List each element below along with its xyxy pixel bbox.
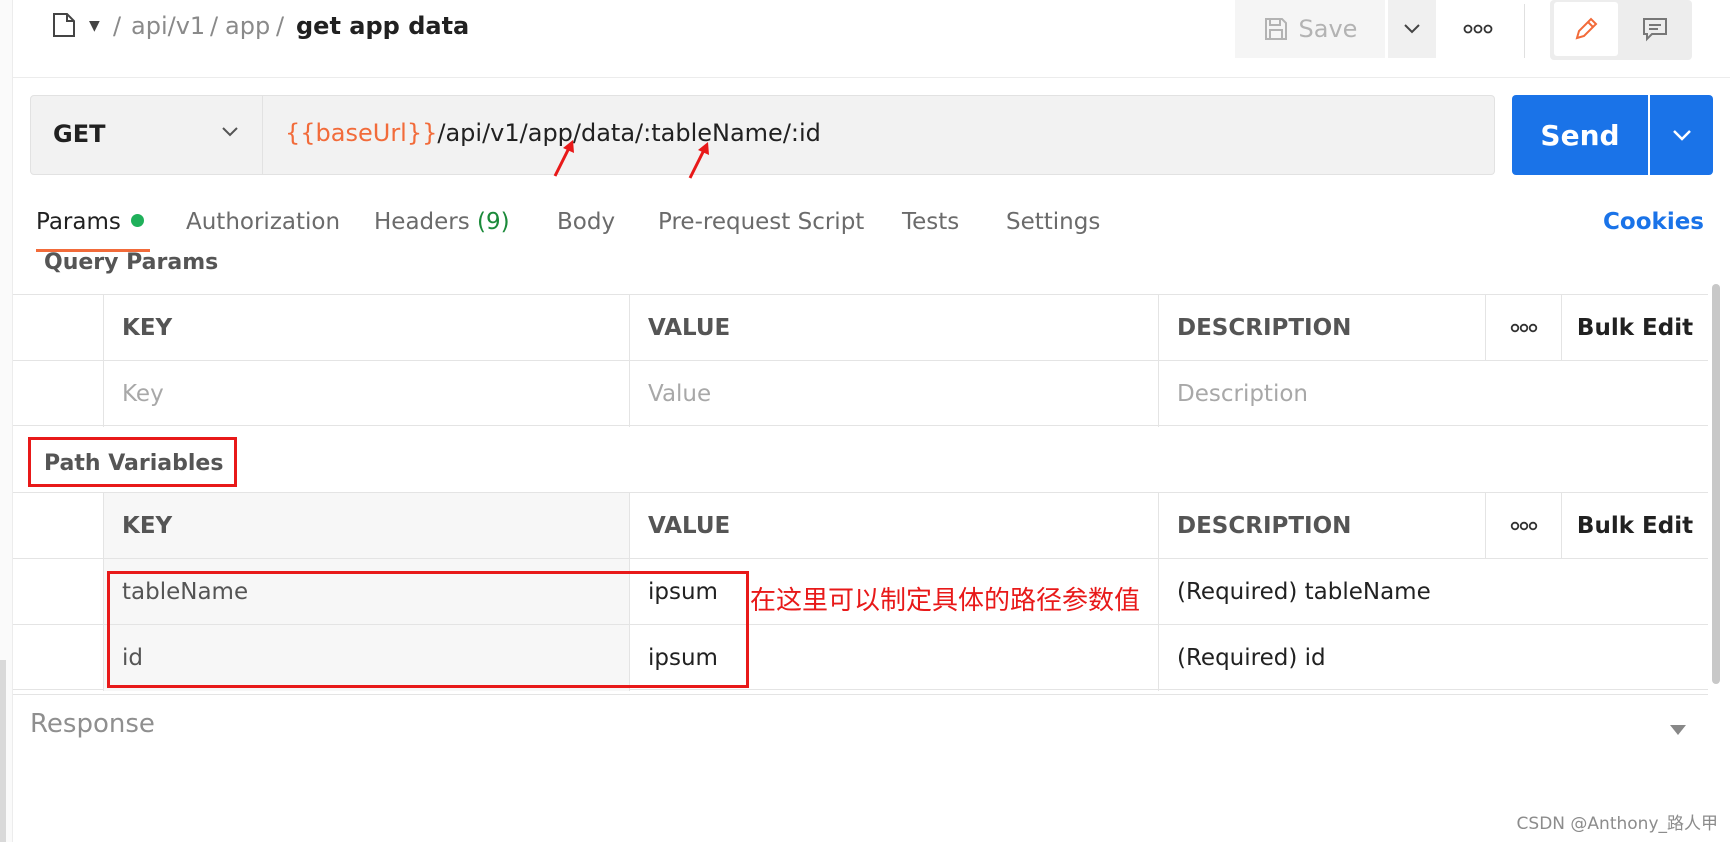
tab-label: Settings xyxy=(1006,209,1101,235)
query-params-title: Query Params xyxy=(44,250,219,275)
view-mode-toggle xyxy=(1550,0,1692,60)
params-active-dot-icon xyxy=(130,214,144,227)
tab-authorization[interactable]: Authorization xyxy=(186,209,340,235)
send-label: Send xyxy=(1540,118,1620,152)
annotation-arrow-icon xyxy=(553,140,574,177)
comments-button[interactable] xyxy=(1622,2,1688,56)
method-select[interactable]: GET xyxy=(30,95,263,175)
column-options-button[interactable] xyxy=(1485,493,1561,559)
key-column-header: KEY xyxy=(103,295,629,361)
tab-params[interactable]: Params xyxy=(36,209,144,235)
tab-label: Pre-request Script xyxy=(658,209,865,235)
request-menu-caret-icon[interactable]: ▼ xyxy=(89,18,100,34)
comment-icon xyxy=(1643,18,1667,42)
description-column-header: DESCRIPTION xyxy=(1158,493,1485,559)
request-header: ▼ / api/v1 / app / get app data Save xyxy=(13,0,1730,78)
response-label: Response xyxy=(30,709,155,739)
save-options-button[interactable] xyxy=(1388,0,1436,58)
breadcrumb-item-app[interactable]: app xyxy=(225,12,270,40)
table-row: Key Value Description xyxy=(13,360,1708,427)
value-column-header: VALUE xyxy=(629,493,1158,559)
pencil-icon xyxy=(1575,17,1598,40)
table-header-row: KEY VALUE DESCRIPTION Bulk Edit xyxy=(13,492,1708,559)
tab-label: Body xyxy=(557,209,616,235)
response-pane: Response xyxy=(13,694,1708,842)
row-handle xyxy=(13,559,103,625)
breadcrumb-separator: / xyxy=(276,12,285,40)
annotation-highlight-box xyxy=(28,437,237,487)
breadcrumb-item-api-v1[interactable]: api/v1 xyxy=(131,12,205,40)
url-path: /api/v1/app/data/:tableName/:id xyxy=(437,119,821,147)
breadcrumb-separator: / xyxy=(113,12,122,40)
request-file-icon xyxy=(53,13,75,37)
more-dots-icon xyxy=(1510,323,1537,333)
header-divider xyxy=(1524,4,1525,58)
tab-label: Params xyxy=(36,209,121,235)
tab-label: Headers xyxy=(374,209,470,235)
expand-response-icon[interactable] xyxy=(1670,725,1686,735)
row-handle xyxy=(13,625,103,691)
key-input[interactable]: Key xyxy=(103,361,629,427)
description-input[interactable]: Description xyxy=(1158,361,1632,427)
breadcrumb-separator: / xyxy=(210,12,219,40)
bulk-edit-button[interactable]: Bulk Edit xyxy=(1561,295,1708,361)
annotation-arrow-icon xyxy=(688,142,709,179)
chevron-down-icon xyxy=(1404,24,1420,34)
annotation-highlight-box xyxy=(107,571,749,688)
path-variable-description[interactable]: (Required) tableName xyxy=(1158,559,1632,625)
url-input[interactable]: {{baseUrl}}/api/v1/app/data/:tableName/:… xyxy=(263,95,1495,175)
send-options-button[interactable] xyxy=(1650,95,1713,175)
headers-count: (9) xyxy=(477,209,510,235)
tab-settings[interactable]: Settings xyxy=(1006,209,1100,235)
tab-label: Authorization xyxy=(186,209,341,235)
save-disk-icon xyxy=(1264,18,1287,40)
tab-body[interactable]: Body xyxy=(557,209,615,235)
tab-label: Tests xyxy=(902,209,960,235)
value-column-header: VALUE xyxy=(629,295,1158,361)
row-handle xyxy=(13,361,103,427)
left-gutter xyxy=(0,0,13,842)
watermark: CSDN @Anthony_路人甲 xyxy=(1516,814,1718,834)
edit-mode-button[interactable] xyxy=(1554,2,1618,56)
chevron-down-icon xyxy=(1672,130,1691,141)
tab-tests[interactable]: Tests xyxy=(902,209,959,235)
value-input[interactable]: Value xyxy=(629,361,1158,427)
more-dots-icon xyxy=(1510,521,1537,531)
send-button[interactable]: Send xyxy=(1512,95,1648,175)
tab-headers[interactable]: Headers (9) xyxy=(374,209,510,235)
gutter-marker xyxy=(0,660,6,842)
key-column-header: KEY xyxy=(103,493,629,559)
annotation-note: 在这里可以制定具体的路径参数值 xyxy=(750,586,1141,616)
path-variable-description[interactable]: (Required) id xyxy=(1158,625,1632,691)
method-label: GET xyxy=(53,120,106,148)
more-dots-icon xyxy=(1463,24,1493,34)
save-label: Save xyxy=(1298,15,1358,43)
cookies-link[interactable]: Cookies xyxy=(1603,209,1704,235)
params-scrollbar[interactable] xyxy=(1710,260,1722,690)
save-button[interactable]: Save xyxy=(1235,0,1385,58)
scrollbar-thumb[interactable] xyxy=(1712,284,1720,684)
table-header-row: KEY VALUE DESCRIPTION Bulk Edit xyxy=(13,294,1708,361)
more-actions-button[interactable] xyxy=(1453,12,1503,46)
row-handle xyxy=(13,493,103,559)
description-column-header: DESCRIPTION xyxy=(1158,295,1485,361)
bulk-edit-button[interactable]: Bulk Edit xyxy=(1561,493,1708,559)
column-options-button[interactable] xyxy=(1485,295,1561,361)
tab-pre-request-script[interactable]: Pre-request Script xyxy=(658,209,864,235)
request-name[interactable]: get app data xyxy=(296,12,469,40)
chevron-down-icon xyxy=(222,127,238,137)
url-base-variable: {{baseUrl}} xyxy=(285,119,438,147)
row-handle xyxy=(13,295,103,361)
